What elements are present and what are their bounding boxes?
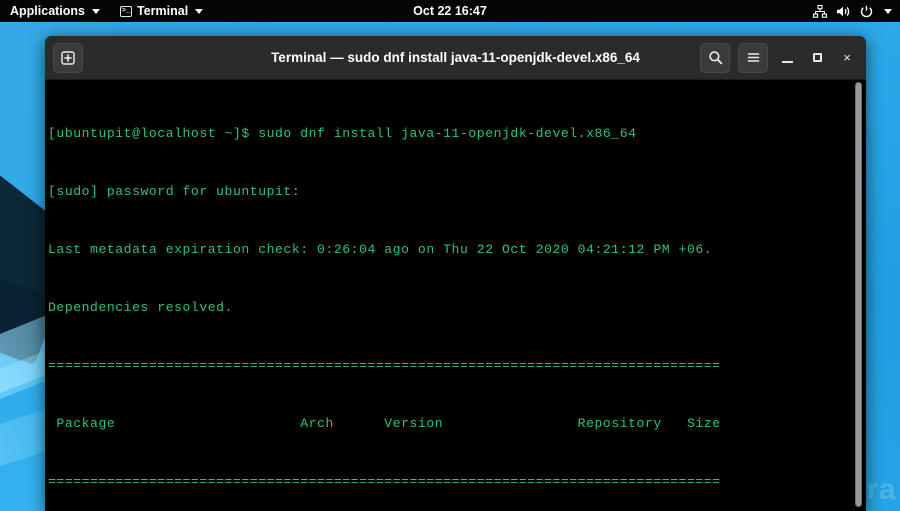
terminal-line: Dependencies resolved. [48,299,233,315]
hamburger-menu-icon [747,53,759,62]
power-icon[interactable] [860,5,873,18]
maximize-button[interactable] [806,45,828,71]
terminal-separator: ========================================… [48,357,721,373]
window-controls: × [700,42,858,73]
volume-icon[interactable] [836,5,851,18]
terminal-window: Terminal — sudo dnf install java-11-open… [45,36,866,511]
applications-menu[interactable]: Applications [0,0,110,22]
chevron-down-icon [92,8,101,14]
search-icon [708,51,722,65]
scrollbar-thumb[interactable] [855,82,862,507]
search-button[interactable] [700,42,730,73]
top-bar-left-group: Applications >_ Terminal [0,0,213,22]
menu-button[interactable] [738,42,768,73]
top-bar-status-area [813,4,900,18]
maximize-icon [812,53,822,62]
terminal-icon: >_ [120,5,133,17]
minimize-button[interactable] [776,45,798,71]
terminal-line: Last metadata expiration check: 0:26:04 … [48,241,713,257]
new-tab-button[interactable] [53,42,83,73]
minimize-icon [781,60,793,63]
terminal-line: [sudo] password for ubuntupit: [48,183,301,199]
terminal-table-header: Package Arch Version Repository Size [48,415,721,431]
applications-menu-label: Applications [10,4,86,18]
add-tab-icon [61,50,75,65]
window-titlebar[interactable]: Terminal — sudo dnf install java-11-open… [45,36,866,80]
terminal-output[interactable]: [ubuntupit@localhost ~]$ sudo dnf instal… [45,80,866,511]
system-top-bar: Applications >_ Terminal Oct 22 16:47 [0,0,900,22]
chevron-down-icon[interactable] [884,8,892,14]
close-icon: × [843,50,851,65]
active-app-menu[interactable]: >_ Terminal [110,0,213,22]
active-app-menu-label: Terminal [137,4,189,18]
network-icon[interactable] [813,4,827,18]
terminal-separator: ========================================… [48,473,721,489]
scrollbar-track[interactable] [855,80,864,511]
terminal-line: [ubuntupit@localhost ~]$ sudo dnf instal… [48,125,637,141]
close-button[interactable]: × [836,45,858,71]
chevron-down-icon [195,8,204,14]
